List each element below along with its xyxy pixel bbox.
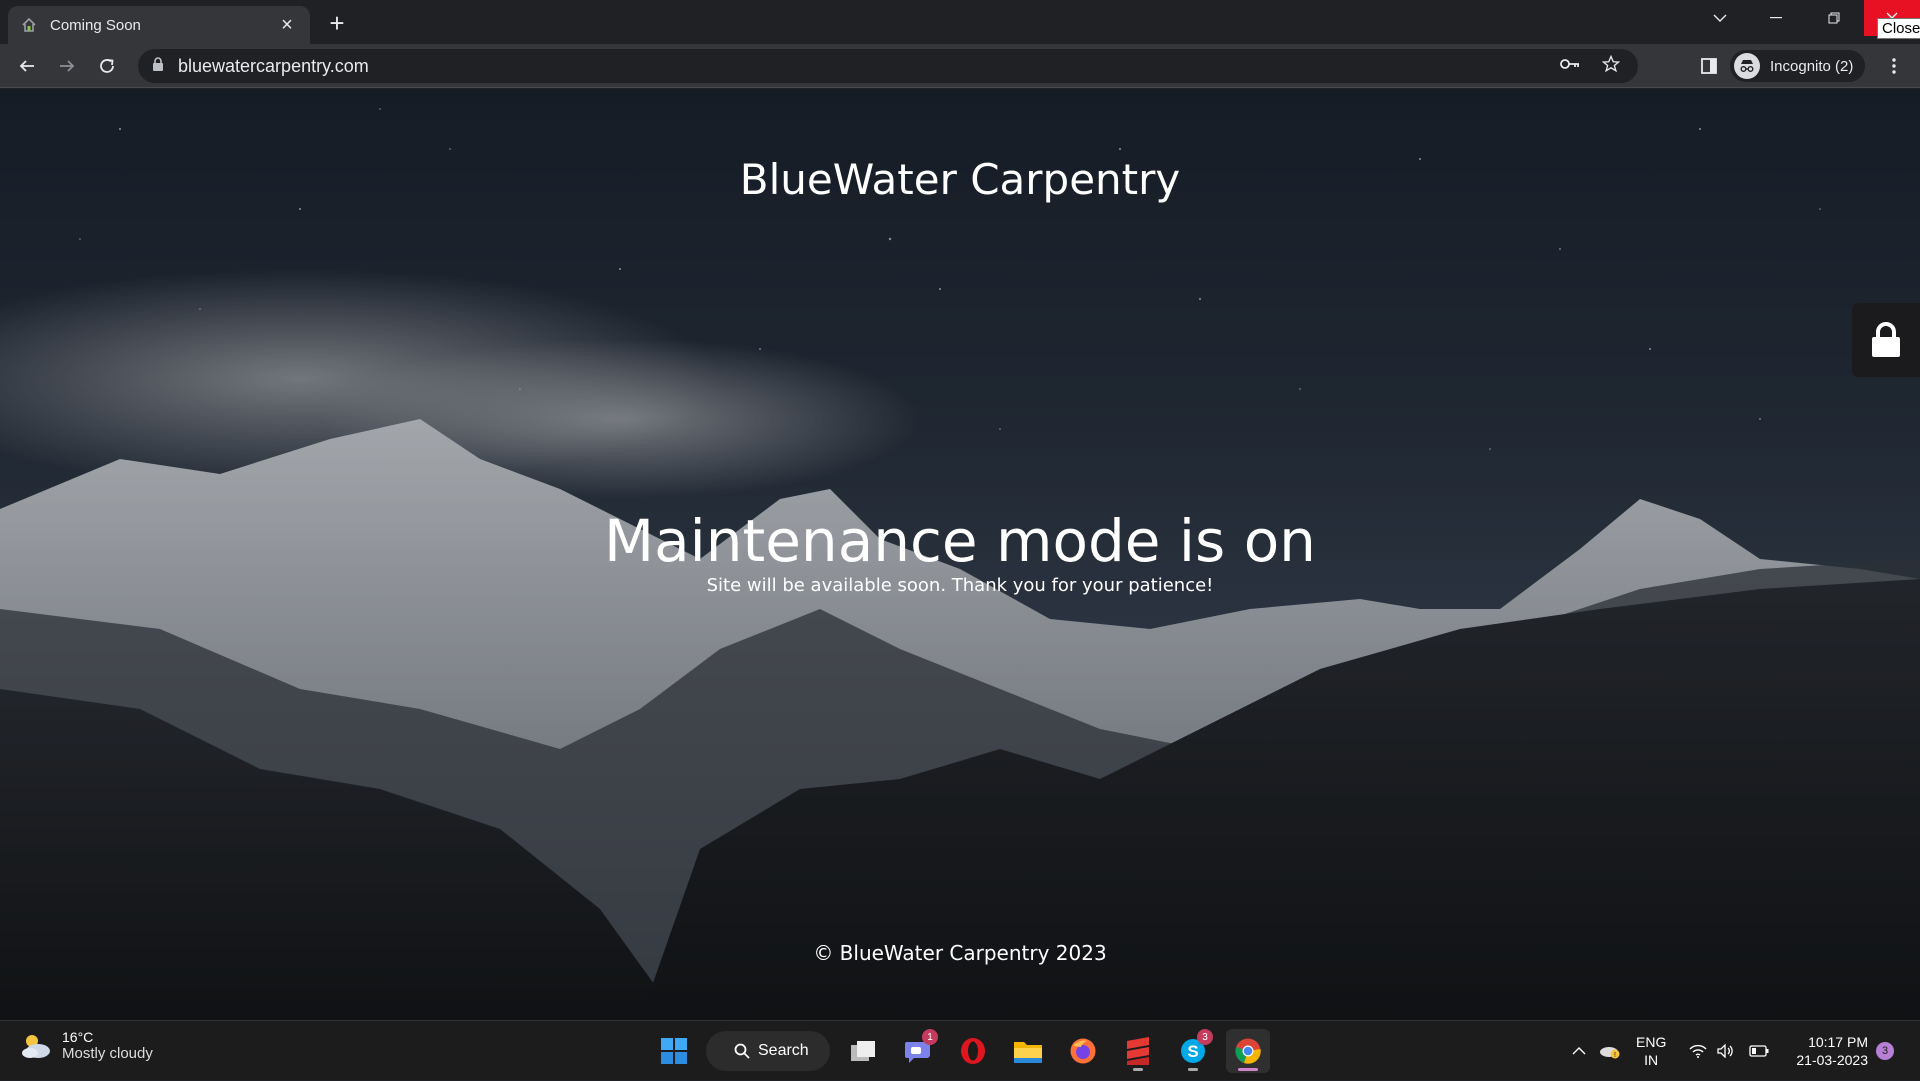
chrome-icon: [1235, 1038, 1261, 1064]
skype-badge: 3: [1197, 1029, 1213, 1045]
sublime-running-indicator: [1133, 1068, 1143, 1071]
file-explorer-app[interactable]: [1006, 1029, 1050, 1073]
tab-search-icon[interactable]: [1692, 0, 1748, 36]
language-code: ENG: [1636, 1034, 1667, 1050]
address-bar[interactable]: bluewatercarpentry.com: [138, 49, 1638, 83]
skype-app[interactable]: S 3: [1171, 1029, 1215, 1073]
notification-count-badge[interactable]: 3: [1876, 1042, 1894, 1060]
svg-text:!: !: [1614, 1052, 1616, 1059]
system-clock[interactable]: 10:17 PM 21-03-2023: [1788, 1033, 1868, 1069]
firefox-icon: [1070, 1038, 1096, 1064]
search-icon: [734, 1043, 750, 1059]
side-panel-icon[interactable]: [1695, 52, 1723, 80]
tab-title: Coming Soon: [50, 16, 141, 34]
skype-running-indicator: [1188, 1068, 1198, 1071]
windows-logo-icon: [661, 1038, 687, 1064]
folder-icon: [1014, 1042, 1042, 1063]
battery-tray-button[interactable]: [1746, 1021, 1772, 1081]
close-tooltip: Close: [1877, 18, 1920, 39]
wifi-icon: [1689, 1044, 1707, 1058]
bookmark-star-icon[interactable]: [1601, 54, 1621, 78]
start-button[interactable]: [652, 1029, 696, 1073]
tab-strip: Coming Soon × + Close: [0, 0, 1920, 44]
windows-taskbar: 16°C Mostly cloudy Search 1 S 3 ! ENG IN…: [0, 1020, 1920, 1080]
weather-condition: Mostly cloudy: [62, 1045, 153, 1062]
teams-app[interactable]: 1: [896, 1029, 940, 1073]
chrome-active-indicator: [1238, 1068, 1258, 1071]
lock-icon[interactable]: [152, 56, 164, 76]
new-tab-button[interactable]: +: [322, 8, 352, 38]
weather-widget[interactable]: 16°C Mostly cloudy: [20, 1029, 153, 1062]
tab-close-icon[interactable]: ×: [276, 14, 298, 36]
forward-button[interactable]: [51, 50, 83, 82]
sublime-app[interactable]: [1116, 1029, 1160, 1073]
back-button[interactable]: [11, 50, 43, 82]
region-code: IN: [1644, 1052, 1659, 1068]
volume-tray-button[interactable]: [1714, 1021, 1738, 1081]
site-title: BlueWater Carpentry: [739, 155, 1181, 204]
speaker-icon: [1717, 1044, 1733, 1058]
battery-icon: [1749, 1045, 1769, 1057]
password-key-icon[interactable]: [1560, 57, 1580, 75]
home-favicon-icon: [20, 16, 38, 34]
reload-button[interactable]: [91, 50, 123, 82]
maintenance-heading: Maintenance mode is on: [604, 507, 1316, 575]
login-lock-button[interactable]: [1852, 303, 1920, 377]
chevron-up-icon: [1572, 1047, 1586, 1055]
maintenance-page: BlueWater Carpentry Maintenance mode is …: [0, 89, 1920, 1020]
more-menu-icon[interactable]: [1880, 52, 1908, 80]
taskbar-search-button[interactable]: Search: [706, 1031, 830, 1071]
address-url[interactable]: bluewatercarpentry.com: [178, 56, 369, 77]
minimize-button[interactable]: [1748, 0, 1804, 36]
wifi-tray-button[interactable]: [1686, 1021, 1710, 1081]
maintenance-subtext: Site will be available soon. Thank you f…: [706, 575, 1214, 596]
sublime-icon: [1127, 1037, 1149, 1065]
page-footer: © BlueWater Carpentry 2023: [813, 941, 1107, 965]
browser-tab[interactable]: Coming Soon ×: [8, 6, 310, 44]
search-label: Search: [758, 1042, 809, 1059]
onedrive-warning-icon: !: [1600, 1047, 1620, 1059]
teams-badge: 1: [922, 1029, 938, 1045]
svg-text:S: S: [1187, 1042, 1198, 1061]
language-indicator[interactable]: ENG IN: [1636, 1033, 1666, 1069]
cloudy-weather-icon: [22, 1034, 50, 1058]
chrome-app[interactable]: [1226, 1029, 1270, 1073]
onedrive-tray-button[interactable]: !: [1596, 1021, 1624, 1081]
task-view-icon: [851, 1041, 875, 1061]
firefox-app[interactable]: [1061, 1029, 1105, 1073]
task-view-button[interactable]: [841, 1029, 885, 1073]
restore-button[interactable]: [1806, 0, 1862, 36]
clock-date: 21-03-2023: [1796, 1052, 1868, 1068]
incognito-profile-button[interactable]: Incognito (2): [1730, 50, 1866, 82]
opera-icon: [961, 1038, 985, 1064]
clock-time: 10:17 PM: [1808, 1034, 1868, 1050]
weather-temp: 16°C: [62, 1029, 94, 1045]
show-hidden-icons-button[interactable]: [1566, 1021, 1592, 1081]
lock-icon: [1872, 322, 1900, 357]
incognito-label: Incognito (2): [1770, 57, 1854, 75]
browser-toolbar: bluewatercarpentry.com Incognito (2): [0, 44, 1920, 88]
incognito-icon: [1734, 53, 1760, 79]
opera-app[interactable]: [951, 1029, 995, 1073]
